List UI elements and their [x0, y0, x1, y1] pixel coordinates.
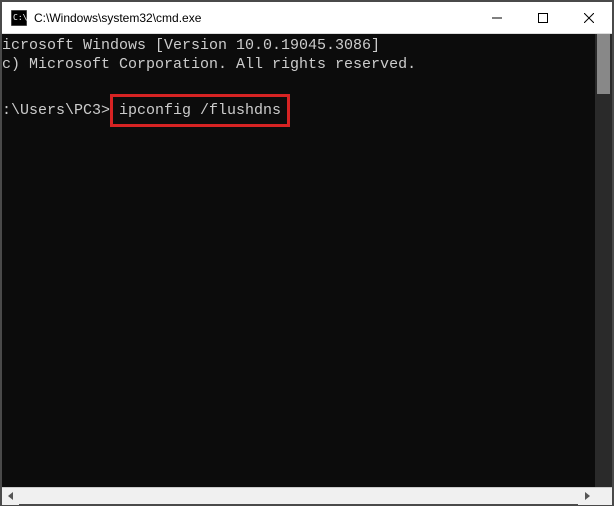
scrollbar-corner — [595, 488, 612, 505]
horizontal-scrollbar-track[interactable] — [19, 488, 578, 504]
scroll-left-arrow-icon[interactable] — [2, 488, 19, 505]
vertical-scrollbar[interactable] — [595, 34, 612, 487]
scroll-right-arrow-icon[interactable] — [578, 488, 595, 505]
svg-text:C:\: C:\ — [13, 13, 27, 22]
minimize-button[interactable] — [474, 2, 520, 33]
cmd-icon: C:\ — [10, 9, 28, 27]
content-area: icrosoft Windows [Version 10.0.19045.308… — [2, 34, 612, 487]
vertical-scrollbar-thumb[interactable] — [597, 34, 610, 94]
window-title: C:\Windows\system32\cmd.exe — [34, 11, 474, 25]
cmd-window: C:\ C:\Windows\system32\cmd.exe icrosoft… — [0, 0, 614, 506]
terminal-output[interactable]: icrosoft Windows [Version 10.0.19045.308… — [2, 34, 595, 487]
command-text: ipconfig /flushdns — [119, 102, 281, 119]
copyright-line: c) Microsoft Corporation. All rights res… — [2, 56, 416, 73]
horizontal-scrollbar[interactable] — [2, 487, 612, 504]
close-button[interactable] — [566, 2, 612, 33]
maximize-button[interactable] — [520, 2, 566, 33]
command-highlight: ipconfig /flushdns — [110, 94, 290, 127]
version-line: icrosoft Windows [Version 10.0.19045.308… — [2, 37, 380, 54]
titlebar[interactable]: C:\ C:\Windows\system32\cmd.exe — [2, 2, 612, 34]
prompt-prefix: :\Users\PC3> — [2, 101, 110, 120]
window-controls — [474, 2, 612, 33]
